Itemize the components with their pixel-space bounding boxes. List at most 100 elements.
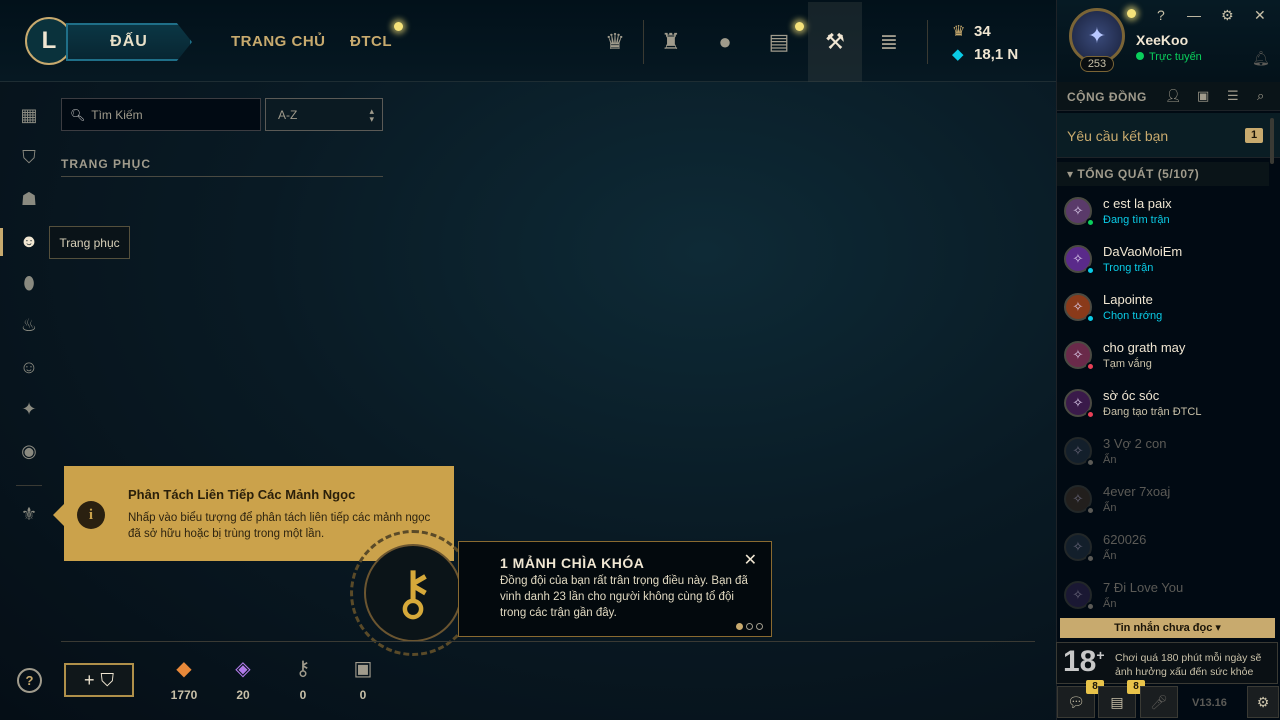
friend-status: Chọn tướng (1103, 310, 1163, 322)
spell-icon[interactable]: ✦ (18, 398, 40, 420)
add-champion-button[interactable]: + ⛉ (64, 663, 134, 697)
rank-icon[interactable]: ♛ (598, 26, 632, 58)
friend-name: 4ever 7xoaj (1103, 484, 1171, 499)
friend-list-item[interactable]: ✧ 620026 Ẩn (1057, 526, 1269, 574)
list-icon[interactable]: ☰ (1227, 88, 1239, 104)
friend-status: Ẩn (1103, 550, 1117, 562)
friend-list-item[interactable]: ✧ Lapointe Chọn tướng (1057, 286, 1269, 334)
mask-icon[interactable]: ☻ (18, 230, 40, 252)
resource-value: 1770 (170, 688, 198, 702)
notification-dot (394, 22, 403, 31)
resource-key: ⚷ 0 (283, 656, 323, 702)
report-bug-button[interactable]: ⚙ (1247, 686, 1279, 718)
search-icon[interactable]: ⌕ (1257, 88, 1264, 104)
ward-icon[interactable]: ⬮ (18, 272, 40, 294)
close-window-icon[interactable]: ✕ (1254, 7, 1266, 24)
key-fragment-icon: ⚷ (364, 544, 462, 642)
minimize-icon[interactable]: — (1187, 7, 1201, 23)
resource-value: 0 (359, 688, 367, 702)
champion-shield-icon: ⛉ (100, 669, 115, 690)
friend-list-item[interactable]: ✧ 7 Đi Love You Ẩn (1057, 574, 1269, 622)
add-folder-icon[interactable]: ▣ (1197, 88, 1209, 104)
active-indicator (0, 228, 3, 256)
online-status[interactable]: Trực tuyến (1136, 51, 1202, 63)
section-title: TRANG PHỤC (61, 157, 151, 171)
loot-icon[interactable]: ⚒ (818, 26, 852, 58)
clash-icon[interactable]: ♜ (654, 26, 688, 58)
close-icon[interactable]: ✕ (744, 550, 757, 570)
emote-icon[interactable]: ♨ (18, 314, 40, 336)
key-icon: ⚷ (295, 658, 311, 680)
smiley-icon[interactable]: ☺ (18, 356, 40, 378)
voice-button[interactable]: 🎤︎ (1140, 686, 1178, 718)
search-box[interactable]: 🔍︎ (61, 98, 261, 131)
champions-icon[interactable]: ⛉ (18, 146, 40, 168)
profile-icon[interactable]: ● (708, 26, 742, 58)
resource-chest: ▣ 0 (343, 656, 383, 702)
notification-dot (795, 22, 804, 31)
grid-icon[interactable]: ▦ (18, 104, 40, 126)
help-icon[interactable]: ? (1157, 7, 1165, 23)
notification-bell-icon[interactable]: 🔔︎ (1252, 50, 1270, 67)
social-panel: ✦ 253 XeeKoo Trực tuyến ? — ⚙ ✕ 🔔︎ CỘNG … (1056, 0, 1280, 720)
unread-messages-button[interactable]: Tin nhắn chưa đọc ▾ (1060, 618, 1275, 638)
friend-list-item[interactable]: ✧ 3 Vợ 2 con Ẩn (1057, 430, 1269, 478)
help-button[interactable]: ? (17, 668, 42, 693)
resource-orange-essence: ◆ 1770 (164, 656, 204, 702)
nav-tft[interactable]: ĐTCL (350, 33, 392, 50)
divider (927, 20, 928, 64)
plus-icon: + (83, 669, 95, 690)
sort-select[interactable]: A-Z ▴ ▾ (265, 98, 383, 131)
friend-list-item[interactable]: ✧ c est la paix Đang tìm trận (1057, 190, 1269, 238)
search-input[interactable] (91, 107, 252, 122)
play-button[interactable]: ĐẤU (66, 23, 192, 61)
microphone-icon: 🎤︎ (1150, 693, 1168, 710)
pager-dot[interactable] (756, 623, 763, 630)
helmet-icon[interactable]: ☗ (18, 188, 40, 210)
icons-icon[interactable]: ◉ (18, 440, 40, 462)
friend-status: Ẩn (1103, 598, 1117, 610)
friend-group-header[interactable]: ▾ TỔNG QUÁT (5/107) (1057, 162, 1269, 186)
age-rating: 18+ (1063, 645, 1105, 678)
league-logo-icon[interactable]: L (25, 17, 73, 65)
friend-list-item[interactable]: ✧ 4ever 7xoaj Ẩn (1057, 478, 1269, 526)
pager (736, 623, 763, 630)
social-title: CỘNG ĐỒNG (1067, 90, 1147, 104)
notification-dot (1127, 9, 1136, 18)
friend-status-dot (1086, 506, 1095, 515)
version-label: V13.16 (1192, 697, 1227, 709)
friend-list-item[interactable]: ✧ DaVaoMoiEm Trong trận (1057, 238, 1269, 286)
divider (16, 485, 42, 486)
friend-name: 620026 (1103, 532, 1147, 547)
nav-home[interactable]: TRANG CHỦ (231, 33, 326, 50)
mythic-essence-icon: ◈ (235, 658, 251, 680)
friend-list-item[interactable]: ✧ sờ óc sóc Đang tạo trận ĐTCL (1057, 382, 1269, 430)
tft-icon[interactable]: ⚜ (18, 503, 40, 525)
friend-status: Ẩn (1103, 502, 1117, 514)
friend-status: Đang tạo trận ĐTCL (1103, 406, 1202, 418)
friend-status-dot (1086, 458, 1095, 467)
friend-requests[interactable]: Yêu cầu kết bạn 1 (1057, 113, 1280, 158)
resource-value: 0 (299, 688, 307, 702)
friend-requests-label: Yêu cầu kết bạn (1067, 128, 1169, 144)
search-icon: 🔍︎ (70, 107, 86, 122)
pager-dot[interactable] (736, 623, 743, 630)
scrollbar[interactable] (1270, 118, 1274, 164)
friend-name: Lapointe (1103, 292, 1153, 307)
tip-title: Phân Tách Liên Tiếp Các Mảnh Ngọc (128, 487, 356, 502)
collection-icon[interactable]: ▤ (762, 26, 796, 58)
settings-icon[interactable]: ⚙ (1221, 7, 1234, 24)
store-icon[interactable]: ≣ (872, 26, 906, 58)
honor-notification: 1 MẢNH CHÌA KHÓA Đồng đội của bạn rất tr… (458, 541, 772, 637)
add-friend-icon[interactable]: 👤︎ (1165, 88, 1182, 104)
blue-essence-icon: ♛ (952, 23, 966, 40)
notifications-icon: ▤ (1110, 693, 1124, 710)
playtime-warning: 18+ Chơi quá 180 phút mỗi ngày sẽ ảnh hư… (1056, 642, 1278, 684)
friend-status-dot (1086, 266, 1095, 275)
orange-essence-icon: ◆ (176, 658, 192, 680)
summoner-level: 253 (1080, 56, 1114, 72)
friend-list-item[interactable]: ✧ cho grath may Tạm vắng (1057, 334, 1269, 382)
pager-dot[interactable] (746, 623, 753, 630)
friend-status: Trong trận (1103, 262, 1154, 274)
age-rating-value: 18 (1063, 645, 1097, 678)
